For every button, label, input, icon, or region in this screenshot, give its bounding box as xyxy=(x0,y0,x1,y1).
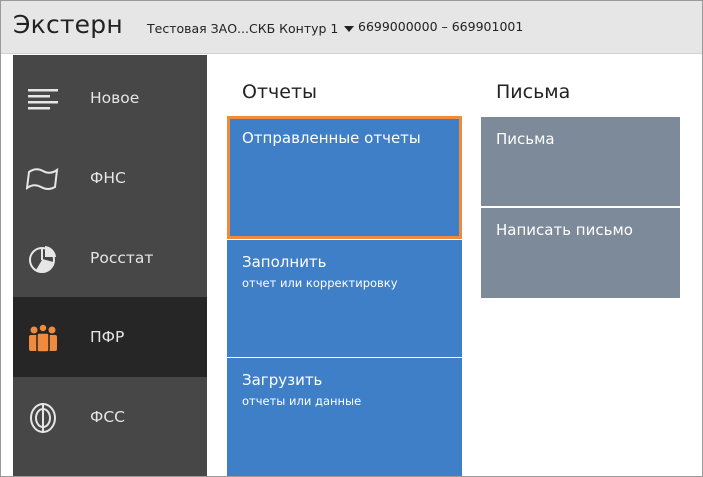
tile-label: Загрузить xyxy=(242,371,323,389)
tile-label: Заполнить xyxy=(242,253,327,271)
organization-selector[interactable]: Тестовая ЗАО...СКБ Контур 1 xyxy=(147,19,355,37)
organization-ids: 6699000000 – 669901001 xyxy=(358,19,524,34)
tile-fill-report[interactable]: Заполнить отчет или корректировку xyxy=(227,240,462,357)
tile-label: Написать письмо xyxy=(496,221,633,239)
people-icon xyxy=(26,321,60,355)
pie-chart-icon xyxy=(26,242,60,276)
sidebar-item-label: ФСС xyxy=(90,408,125,426)
app-window: Экстерн Тестовая ЗАО...СКБ Контур 1 6699… xyxy=(0,0,703,477)
sidebar-item-label: Росстат xyxy=(90,249,154,267)
sidebar-item-label: ПФР xyxy=(90,328,125,346)
flag-icon xyxy=(26,162,60,196)
tile-sublabel: отчеты или данные xyxy=(242,394,362,408)
sidebar-item-fns[interactable]: ФНС xyxy=(13,138,207,218)
tile-label: Письма xyxy=(496,130,555,148)
tile-label: Отправленные отчеты xyxy=(242,129,421,147)
header-bar: Экстерн Тестовая ЗАО...СКБ Контур 1 6699… xyxy=(1,1,702,54)
sidebar-item-rosstat[interactable]: Росстат xyxy=(13,218,207,298)
reports-section-title: Отчеты xyxy=(242,81,318,103)
app-title: Экстерн xyxy=(13,10,123,39)
sidebar-item-pfr[interactable]: ПФР xyxy=(13,297,207,377)
sidebar-item-label: ФНС xyxy=(90,169,126,187)
news-lines-icon xyxy=(26,82,60,116)
shield-target-icon xyxy=(26,401,60,435)
sidebar-item-label: Новое xyxy=(90,89,140,107)
sidebar: Новое ФНС Росстат ПФР ФСС xyxy=(13,55,207,476)
sidebar-item-novoe[interactable]: Новое xyxy=(13,58,207,138)
organization-name: Тестовая ЗАО...СКБ Контур 1 xyxy=(147,20,339,36)
tile-letters[interactable]: Письма xyxy=(481,117,680,206)
tile-sent-reports[interactable]: Отправленные отчеты xyxy=(227,116,462,239)
tile-write-letter[interactable]: Написать письмо xyxy=(481,208,680,298)
chevron-down-icon xyxy=(344,26,355,32)
sidebar-item-fss[interactable]: ФСС xyxy=(13,377,207,457)
tile-upload-reports[interactable]: Загрузить отчеты или данные xyxy=(227,358,462,476)
tile-sublabel: отчет или корректировку xyxy=(242,276,398,290)
letters-section-title: Письма xyxy=(496,81,571,103)
